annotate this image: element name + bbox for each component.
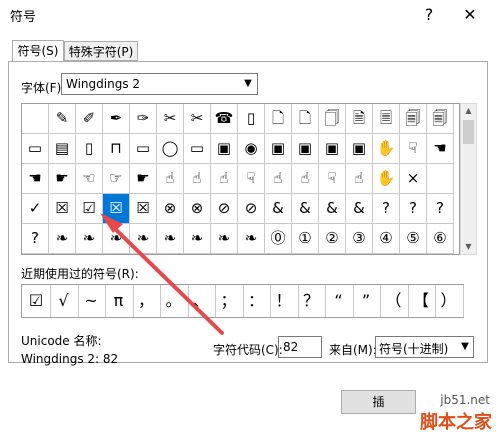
watermark-url: jb51.net — [440, 393, 490, 407]
symbol-dialog: 符号 ? ✕ 符号(S) 特殊字符(P) 字体(F): Wingdings 2 … — [0, 0, 500, 433]
watermark-name: 脚本之家 — [420, 412, 492, 433]
annotation-arrow-icon — [100, 213, 224, 335]
watermark: jb51.net 脚本之家 — [380, 390, 500, 433]
